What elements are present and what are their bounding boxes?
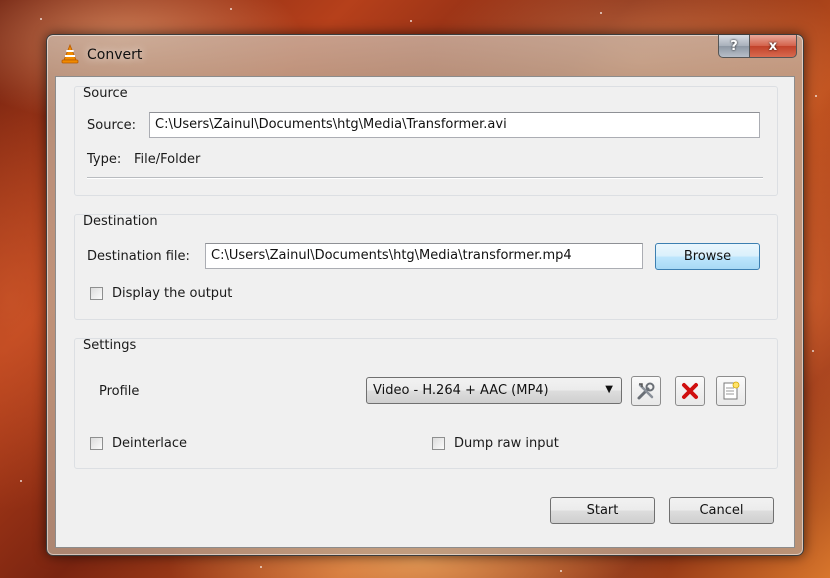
caption-buttons: ? x [718, 35, 797, 58]
close-button[interactable]: x [750, 35, 797, 58]
new-profile-button[interactable] [716, 376, 746, 406]
edit-profile-icon [637, 382, 655, 400]
edit-profile-button[interactable] [631, 376, 661, 406]
chevron-down-icon: ▼ [605, 384, 613, 395]
destination-file-field[interactable]: C:\Users\Zainul\Documents\htg\Media\tran… [205, 243, 643, 269]
source-separator [87, 177, 763, 179]
start-button[interactable]: Start [550, 497, 655, 524]
profile-dropdown[interactable]: Video - H.264 + AAC (MP4) ▼ [366, 377, 622, 404]
settings-group-title: Settings [83, 338, 137, 353]
help-button[interactable]: ? [718, 35, 750, 58]
dump-raw-input-label[interactable]: Dump raw input [454, 436, 559, 451]
profile-label: Profile [99, 384, 140, 399]
source-field[interactable]: C:\Users\Zainul\Documents\htg\Media\Tran… [149, 112, 760, 138]
deinterlace-label[interactable]: Deinterlace [112, 436, 187, 451]
destination-group-title: Destination [83, 214, 158, 229]
dump-raw-input-checkbox[interactable] [432, 437, 445, 450]
cancel-button[interactable]: Cancel [669, 497, 774, 524]
title-bar[interactable]: Convert ? x [47, 35, 803, 75]
delete-profile-icon [682, 383, 698, 399]
source-label: Source: [87, 118, 137, 133]
delete-profile-button[interactable] [675, 376, 705, 406]
type-value: File/Folder [134, 152, 201, 167]
type-label: Type: [87, 152, 122, 167]
convert-dialog: Convert ? x Source Source: C:\Users\Zain… [46, 34, 804, 556]
settings-group: Settings Profile Video - H.264 + AAC (MP… [74, 338, 778, 469]
display-output-label[interactable]: Display the output [112, 286, 232, 301]
dialog-client-area: Source Source: C:\Users\Zainul\Documents… [55, 76, 795, 548]
deinterlace-checkbox[interactable] [90, 437, 103, 450]
new-profile-icon [723, 381, 740, 400]
vlc-cone-icon [61, 44, 79, 64]
source-group: Source Source: C:\Users\Zainul\Documents… [74, 86, 778, 196]
window-title: Convert [87, 47, 143, 63]
destination-group: Destination Destination file: C:\Users\Z… [74, 214, 778, 320]
profile-dropdown-value: Video - H.264 + AAC (MP4) [373, 383, 549, 398]
display-output-checkbox[interactable] [90, 287, 103, 300]
destination-file-label: Destination file: [87, 249, 190, 264]
source-group-title: Source [83, 86, 128, 101]
browse-button[interactable]: Browse [655, 243, 760, 270]
